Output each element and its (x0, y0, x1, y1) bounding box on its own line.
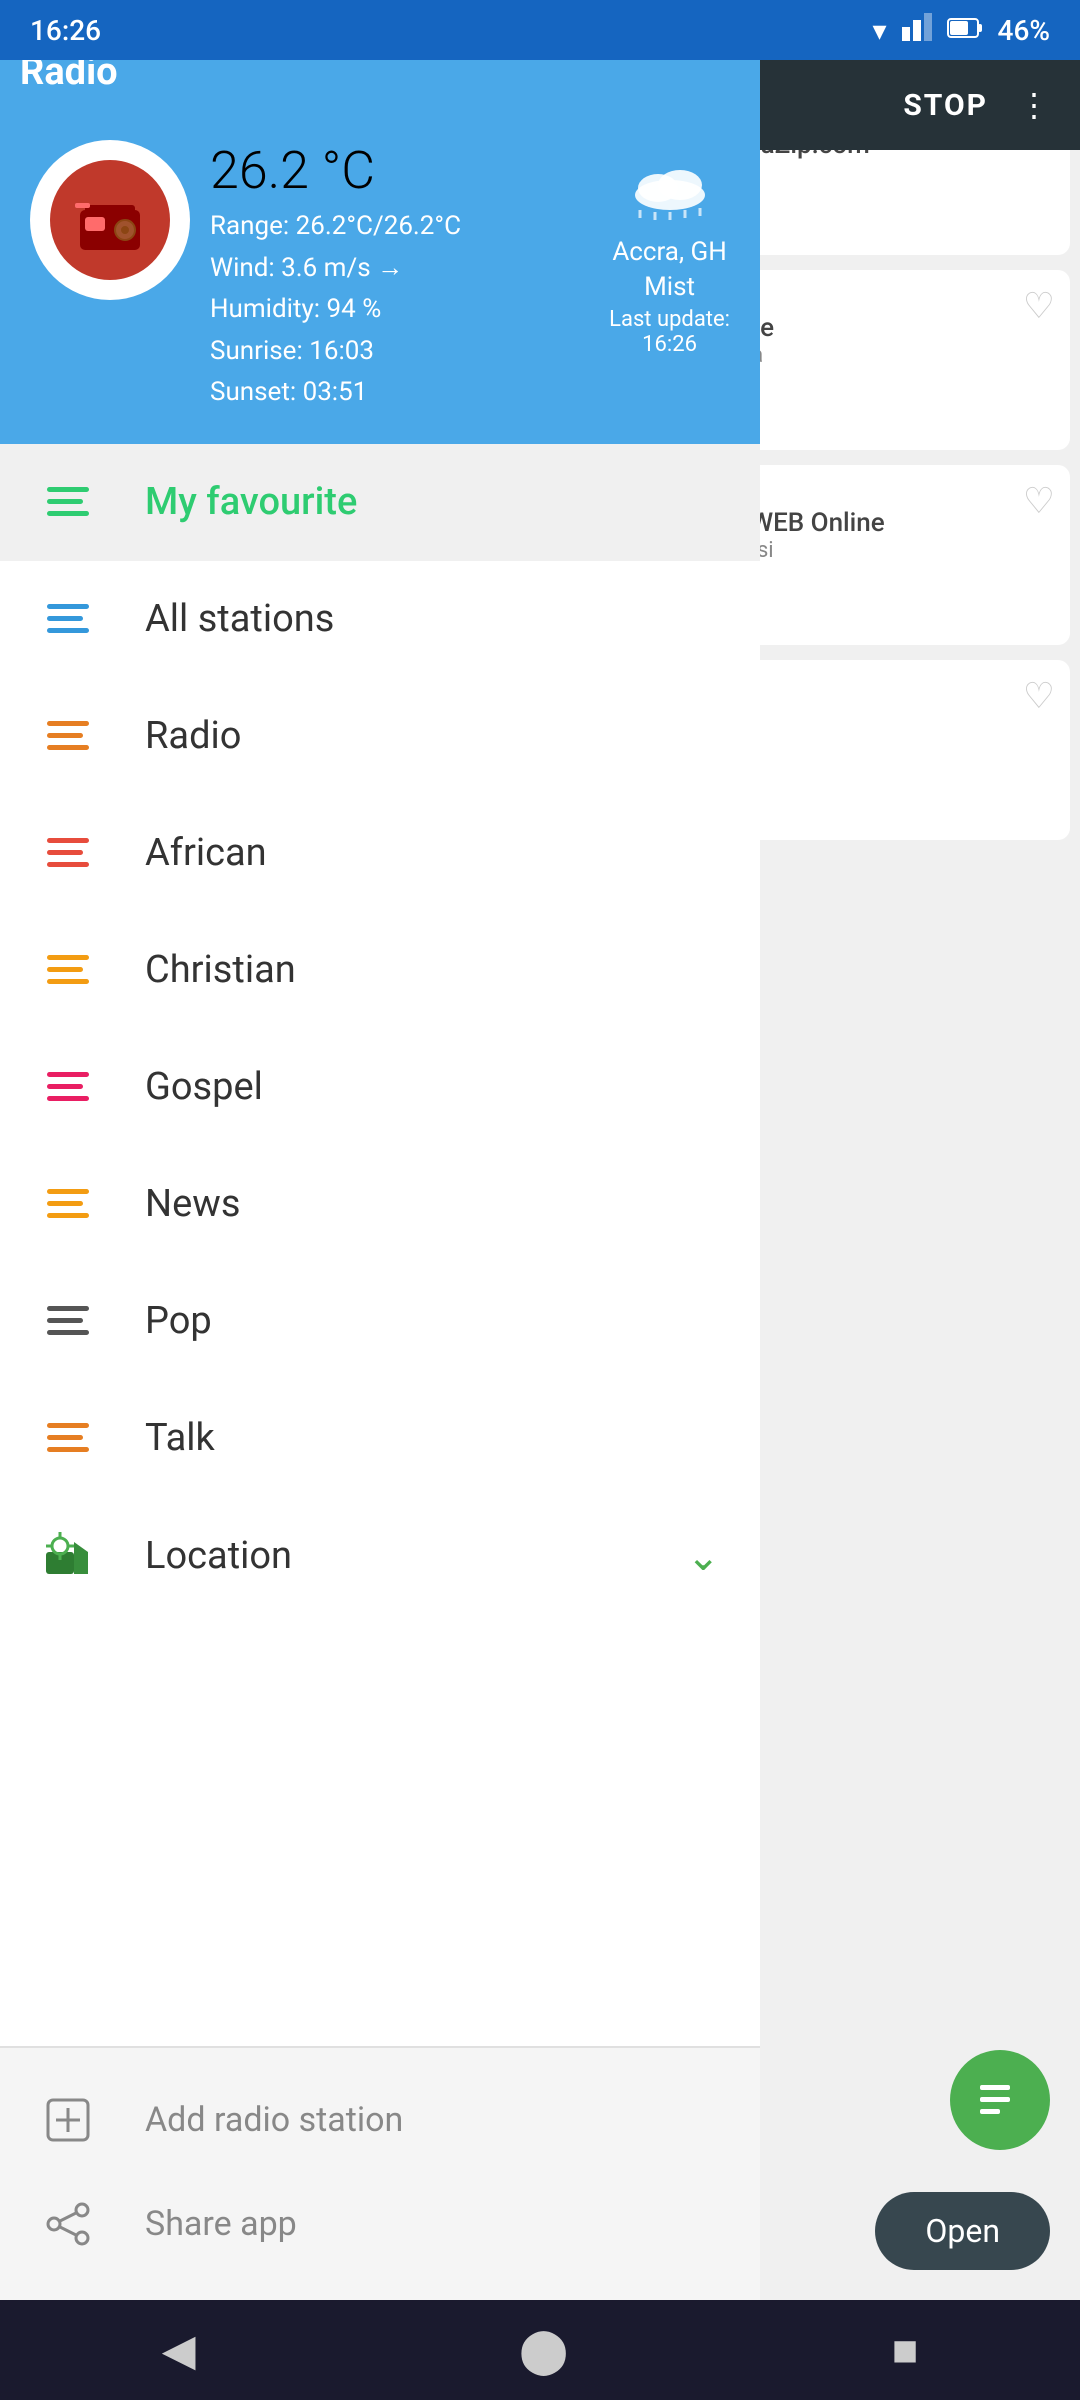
add-station-icon (40, 2100, 95, 2140)
menu-label: News (145, 1182, 240, 1226)
menu-label: Talk (145, 1416, 215, 1460)
menu-item-christian[interactable]: Christian (0, 912, 760, 1029)
gospel-menu-icon (40, 1067, 95, 1107)
menu-label: Location (145, 1534, 292, 1578)
navigation-drawer: Ghana Radio 26.2 °C (0, 0, 760, 2400)
weather-right: Accra, GH Mist Last update: 16:26 (609, 140, 730, 357)
menu-label: Christian (145, 948, 296, 992)
bottom-navigation: ◀ ⬤ ■ (0, 2300, 1080, 2400)
menu-item-pop[interactable]: Pop (0, 1263, 760, 1380)
favorite-icon[interactable]: ♡ (1023, 480, 1055, 522)
home-button[interactable]: ⬤ (519, 2324, 568, 2376)
app-logo (30, 140, 190, 300)
african-menu-icon (40, 833, 95, 873)
weather-humidity: Humidity: 94 % (210, 289, 609, 331)
stop-button[interactable]: STOP (903, 88, 988, 123)
menu-item-all-stations[interactable]: All stations (0, 561, 760, 678)
status-bar-left: 16:26 (30, 14, 101, 47)
weather-update: Last update: 16:26 (609, 307, 730, 357)
menu-item-gospel[interactable]: Gospel (0, 1029, 760, 1146)
add-station-label: Add radio station (145, 2100, 403, 2140)
battery-icon (947, 14, 983, 47)
favorite-icon[interactable]: ♡ (1023, 285, 1055, 327)
christian-menu-icon (40, 950, 95, 990)
menu-item-news[interactable]: News (0, 1146, 760, 1263)
more-options-icon[interactable]: ⋮ (1008, 76, 1060, 134)
favourite-menu-icon (40, 482, 95, 522)
weather-location: Accra, GH (612, 237, 726, 267)
chevron-down-icon: ⌄ (686, 1533, 720, 1580)
signal-icon (902, 13, 932, 48)
back-button[interactable]: ◀ (162, 2324, 196, 2376)
menu-item-talk[interactable]: Talk (0, 1380, 760, 1497)
playlist-fab[interactable] (950, 2050, 1050, 2150)
menu-item-favourite[interactable]: My favourite (0, 444, 760, 561)
menu-label: African (145, 831, 267, 875)
news-menu-icon (40, 1184, 95, 1224)
all-stations-menu-icon (40, 599, 95, 639)
menu-item-african[interactable]: African (0, 795, 760, 912)
time-display: 16:26 (30, 14, 101, 47)
recents-button[interactable]: ■ (892, 2324, 919, 2376)
weather-sunrise: Sunrise: 16:03 (210, 331, 609, 373)
battery-percent: 46% (998, 14, 1050, 47)
radio-icon (50, 160, 170, 280)
weather-range: Range: 26.2°C/26.2°C (210, 206, 609, 248)
menu-item-radio[interactable]: Radio (0, 678, 760, 795)
location-menu-icon (40, 1536, 95, 1576)
wifi-icon: ▾ (872, 14, 886, 47)
weather-wind: Wind: 3.6 m/s → (210, 248, 609, 290)
weather-condition-icon (620, 140, 720, 232)
open-button[interactable]: Open (875, 2192, 1050, 2270)
menu-label: All stations (145, 597, 334, 641)
menu-label: Gospel (145, 1065, 263, 1109)
status-bar: 16:26 ▾ 46% (0, 0, 1080, 60)
share-app-label: Share app (145, 2204, 297, 2244)
menu-label: My favourite (145, 480, 357, 524)
add-station-item[interactable]: Add radio station (0, 2068, 760, 2172)
menu-label: Pop (145, 1299, 212, 1343)
favorite-icon[interactable]: ♡ (1023, 675, 1055, 717)
share-app-item[interactable]: Share app (0, 2172, 760, 2276)
menu-item-location[interactable]: Location ⌄ (0, 1497, 760, 1617)
weather-sunset: Sunset: 03:51 (210, 372, 609, 414)
menu-label: Radio (145, 714, 241, 758)
weather-condition: Mist (644, 272, 695, 302)
temperature: 26.2 °C (210, 140, 609, 201)
status-bar-right: ▾ 46% (872, 13, 1050, 48)
radio-menu-icon (40, 716, 95, 756)
drawer-header: Ghana Radio 26.2 °C (0, 0, 760, 444)
pop-menu-icon (40, 1301, 95, 1341)
drawer-menu: My favourite All stations (0, 444, 760, 2046)
talk-menu-icon (40, 1418, 95, 1458)
share-app-icon (40, 2204, 95, 2244)
